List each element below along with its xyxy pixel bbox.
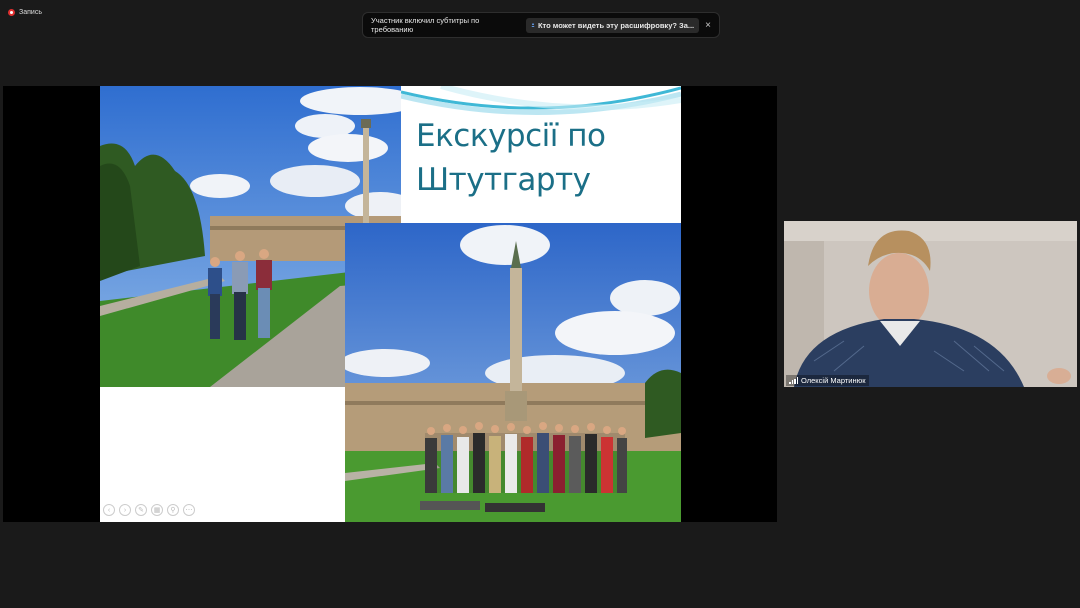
person-icon — [531, 23, 535, 28]
caption-notification: Участник включил субтитры по требованию … — [362, 12, 720, 38]
transcript-visibility-link[interactable]: Кто может видеть эту расшифровку? За... — [525, 17, 700, 33]
notification-message: Участник включил субтитры по требованию — [371, 16, 480, 34]
close-icon[interactable]: × — [705, 20, 711, 31]
slide-title: Екскурсії по Штутгарту — [416, 118, 606, 198]
signal-strength-icon — [789, 377, 798, 384]
pen-icon[interactable]: ✎ — [135, 504, 147, 516]
participant-name: Олексій Мартинюк — [801, 376, 866, 385]
photo-group-column — [345, 223, 681, 522]
notification-link-text: Кто может видеть эту расшифровку? За... — [537, 20, 695, 30]
next-slide-icon[interactable]: › — [119, 504, 131, 516]
recording-indicator[interactable]: Запись — [8, 6, 42, 18]
presentation-slide: Екскурсії по Штутгарту ‹ › ✎ ▦ ⚲ ⋯ — [100, 86, 681, 522]
record-icon — [8, 8, 15, 16]
more-options-icon[interactable]: ⋯ — [183, 504, 195, 516]
grid-icon[interactable]: ▦ — [151, 504, 163, 516]
participant-video-tile[interactable]: Олексій Мартинюк — [784, 221, 1077, 387]
recording-label: Запись — [19, 8, 42, 16]
zoom-icon[interactable]: ⚲ — [167, 504, 179, 516]
slide-nav-controls: ‹ › ✎ ▦ ⚲ ⋯ — [103, 504, 195, 516]
previous-slide-icon[interactable]: ‹ — [103, 504, 115, 516]
participant-name-tag: Олексій Мартинюк — [786, 375, 869, 386]
title-block: Екскурсії по Штутгарту — [401, 86, 681, 223]
